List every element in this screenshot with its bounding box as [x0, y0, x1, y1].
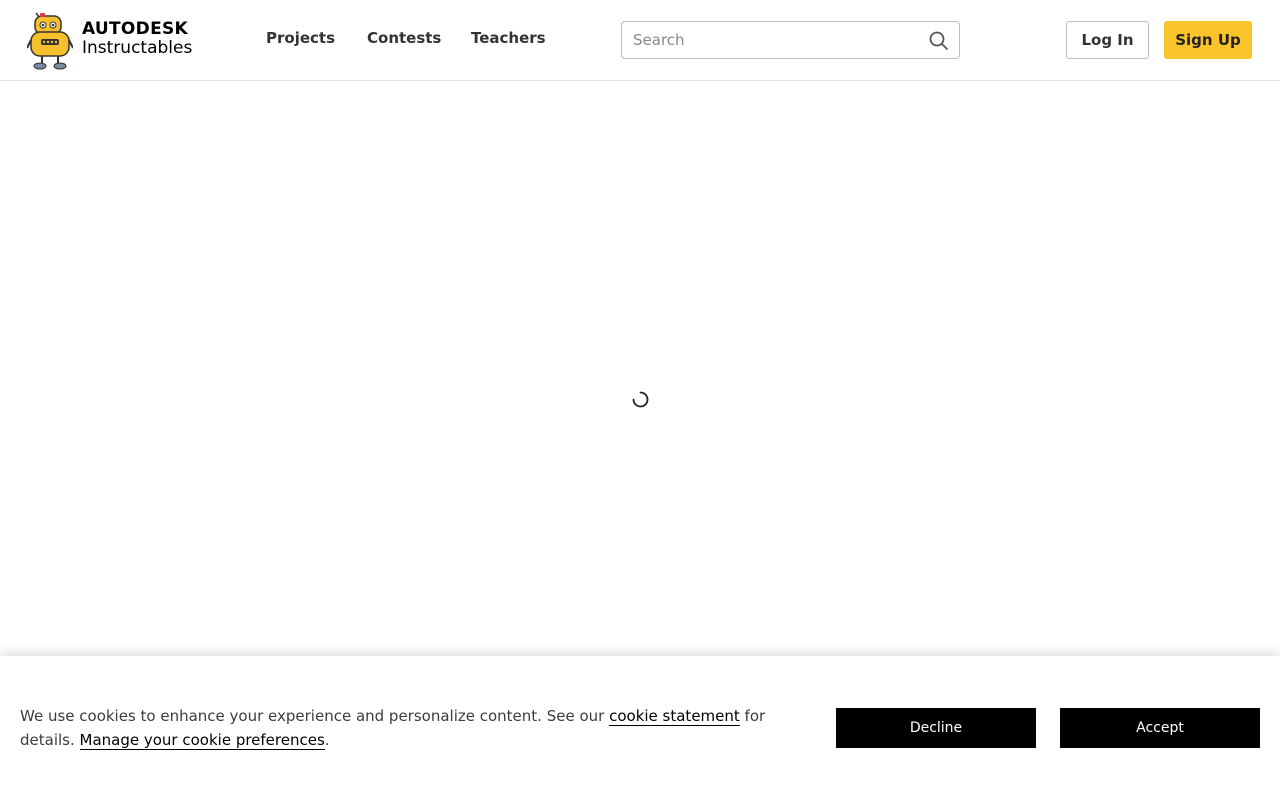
- search-icon[interactable]: [928, 30, 950, 52]
- cookie-text-period: .: [324, 731, 330, 749]
- robot-logo-icon: [27, 12, 73, 70]
- signup-button[interactable]: Sign Up: [1164, 21, 1252, 59]
- login-button[interactable]: Log In: [1066, 21, 1149, 59]
- search-box: [621, 21, 960, 59]
- instructables-logo[interactable]: AUTODESK Instructables: [27, 10, 202, 70]
- nav-teachers[interactable]: Teachers: [471, 28, 546, 48]
- brand-autodesk: AUTODESK: [82, 19, 189, 39]
- site-header: AUTODESK Instructables Projects Contests…: [0, 0, 1280, 81]
- cookie-statement-link[interactable]: cookie statement: [609, 707, 740, 726]
- decline-button[interactable]: Decline: [836, 708, 1036, 748]
- search-input[interactable]: [633, 30, 923, 50]
- nav-projects[interactable]: Projects: [266, 28, 335, 48]
- cookie-banner: We use cookies to enhance your experienc…: [0, 656, 1280, 800]
- loading-spinner-icon: [632, 391, 649, 408]
- manage-cookie-preferences-link[interactable]: Manage your cookie preferences: [79, 731, 325, 750]
- cookie-text-intro: We use cookies to enhance your experienc…: [20, 707, 610, 725]
- brand-instructables: Instructables: [82, 38, 193, 58]
- nav-contests[interactable]: Contests: [367, 28, 441, 48]
- accept-button[interactable]: Accept: [1060, 708, 1260, 748]
- cookie-message: We use cookies to enhance your experienc…: [20, 704, 780, 752]
